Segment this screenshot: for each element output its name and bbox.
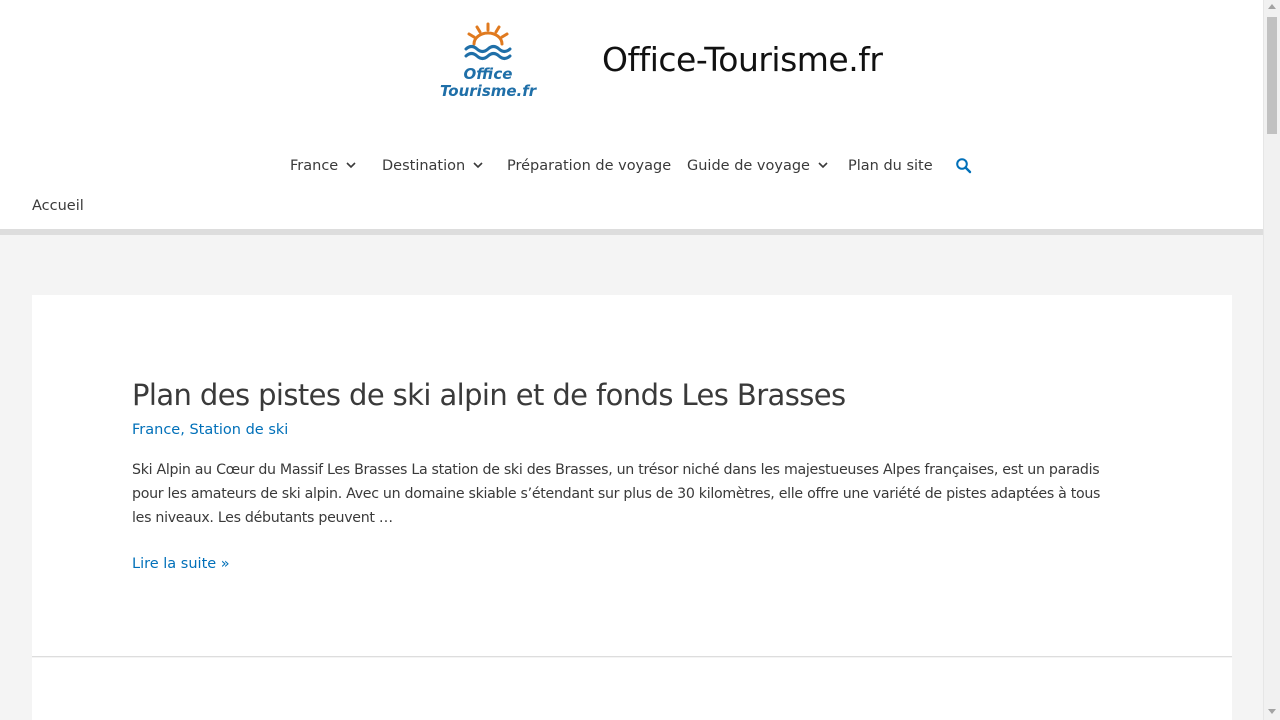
chevron-down-icon bbox=[818, 162, 828, 169]
search-icon bbox=[956, 158, 972, 174]
scroll-down-arrow-icon[interactable] bbox=[1268, 709, 1276, 714]
site-header: Office Tourisme.fr Office-Tourisme.fr Fr… bbox=[0, 0, 1263, 229]
post-card-next bbox=[32, 658, 1232, 720]
search-button[interactable] bbox=[955, 157, 973, 175]
chevron-down-icon bbox=[346, 162, 356, 169]
nav-item-france[interactable]: France bbox=[290, 158, 356, 174]
site-title[interactable]: Office-Tourisme.fr bbox=[602, 40, 883, 79]
nav-item-preparation[interactable]: Préparation de voyage bbox=[507, 158, 671, 174]
nav-item-label: Préparation de voyage bbox=[507, 158, 672, 174]
post-excerpt: Ski Alpin au Cœur du Massif Les Brasses … bbox=[132, 462, 1101, 526]
post-categories: France, Station de ski bbox=[132, 422, 288, 438]
nav-item-plan-du-site[interactable]: Plan du site bbox=[848, 158, 933, 174]
logo-text-office: Office bbox=[463, 65, 513, 83]
nav-item-label: France bbox=[290, 158, 339, 174]
breadcrumb-home[interactable]: Accueil bbox=[32, 198, 84, 214]
scroll-up-arrow-icon[interactable] bbox=[1268, 4, 1276, 9]
nav-item-label: Guide de voyage bbox=[687, 158, 810, 174]
nav-item-label: Destination bbox=[382, 158, 466, 174]
main-navigation: France Destination Préparation de voyage… bbox=[0, 150, 1263, 184]
category-link-france[interactable]: France bbox=[132, 422, 180, 438]
nav-item-destination[interactable]: Destination bbox=[382, 158, 483, 174]
site-logo[interactable]: Office Tourisme.fr bbox=[440, 20, 540, 104]
vertical-scrollbar[interactable] bbox=[1263, 0, 1280, 720]
post-card: Plan des pistes de ski alpin et de fonds… bbox=[32, 295, 1232, 657]
category-link-station-de-ski[interactable]: Station de ski bbox=[189, 422, 288, 438]
logo-text-tourisme: Tourisme.fr bbox=[440, 82, 537, 100]
nav-item-guide[interactable]: Guide de voyage bbox=[687, 158, 828, 174]
chevron-down-icon bbox=[473, 162, 483, 169]
post-title[interactable]: Plan des pistes de ski alpin et de fonds… bbox=[132, 378, 846, 412]
nav-item-label: Plan du site bbox=[848, 158, 933, 174]
read-more-link[interactable]: Lire la suite » bbox=[132, 556, 230, 572]
sun-waves-icon bbox=[464, 22, 512, 60]
scrollbar-thumb[interactable] bbox=[1267, 17, 1277, 134]
header-divider bbox=[0, 229, 1263, 235]
